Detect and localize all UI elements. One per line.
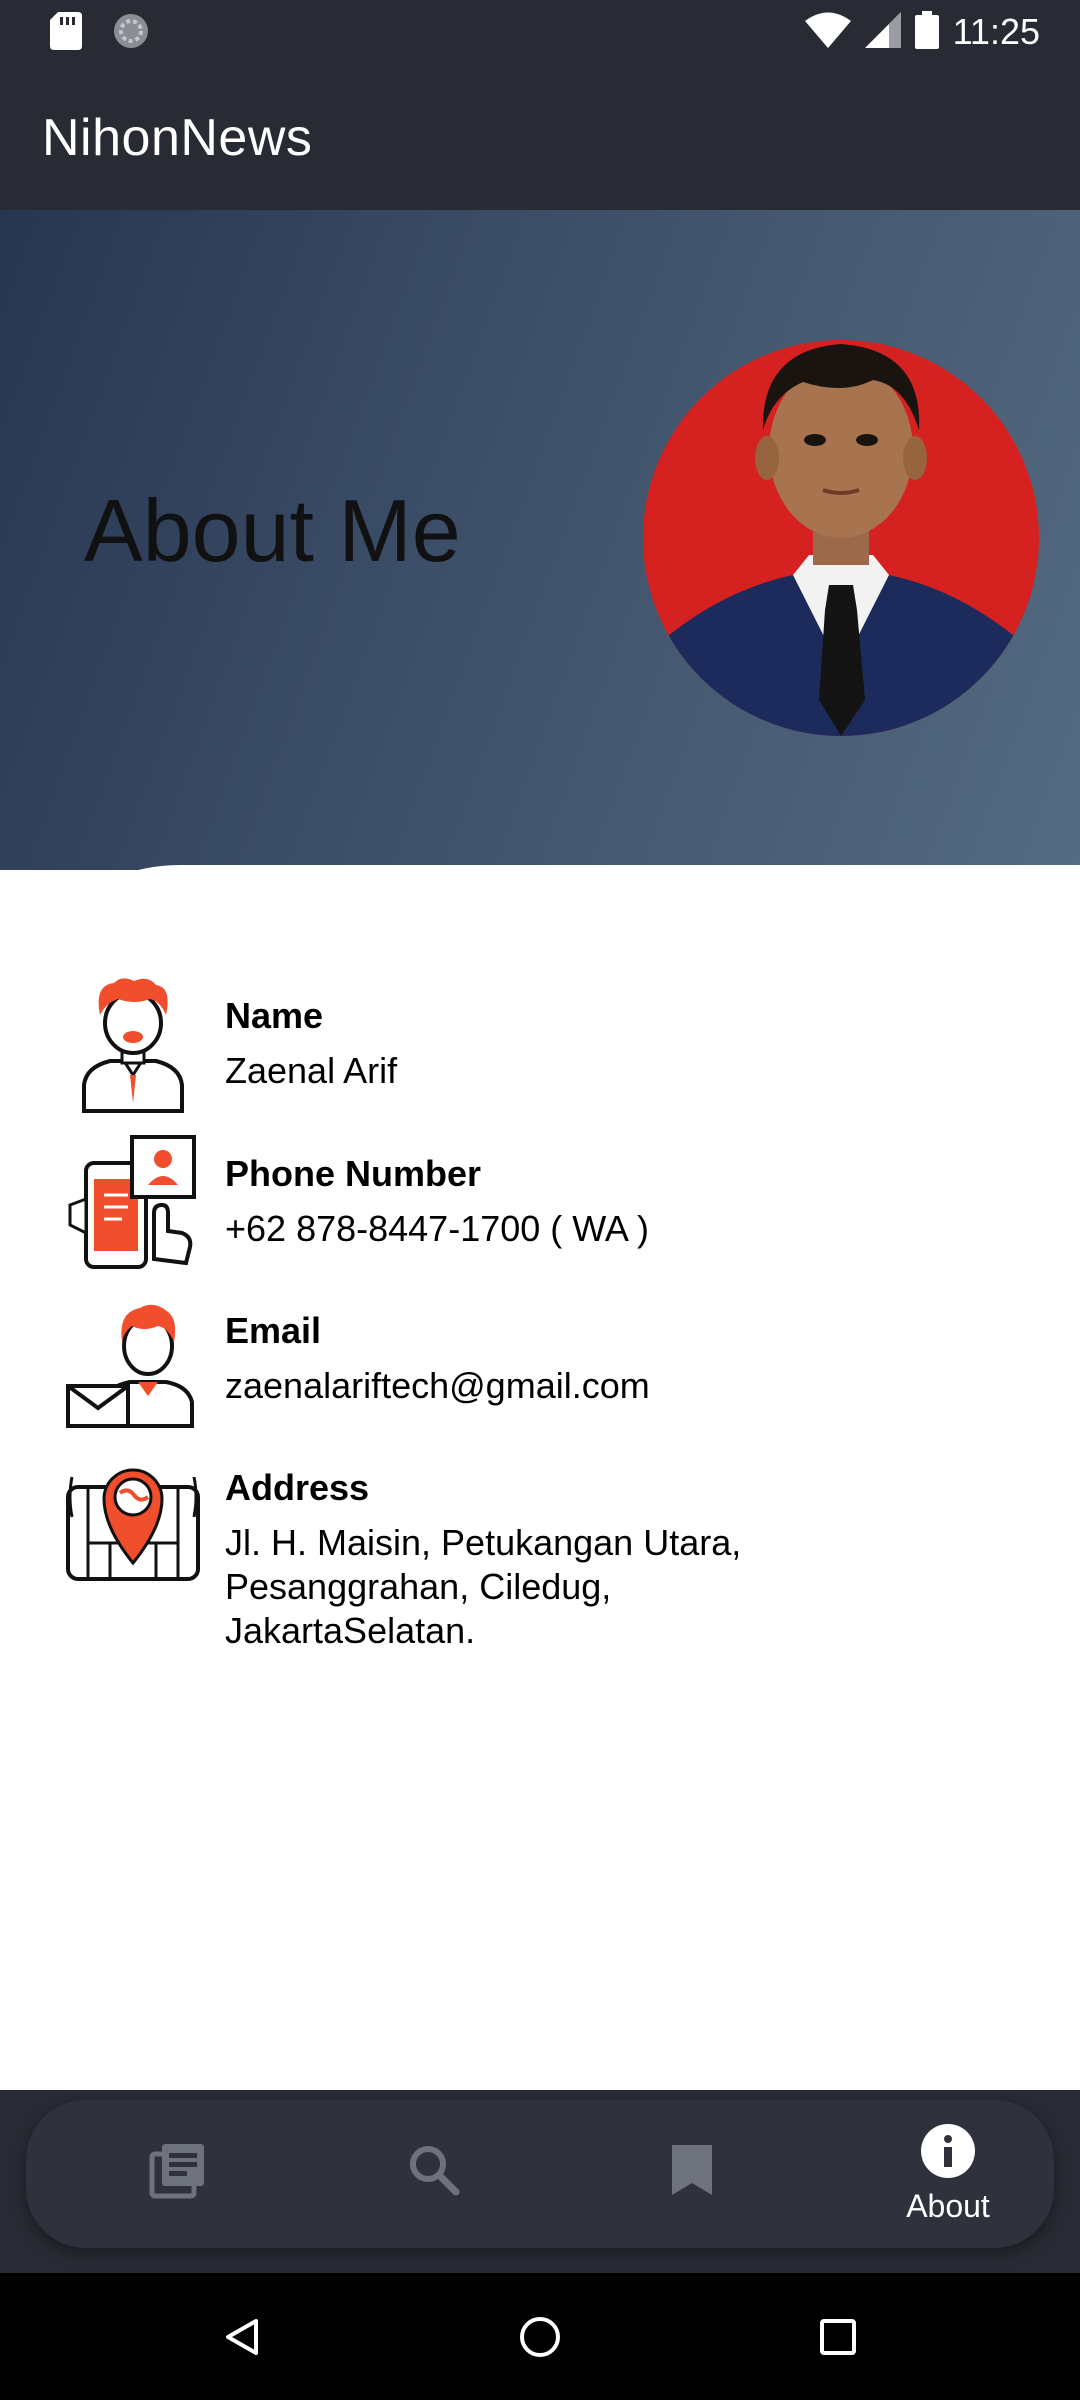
loading-icon	[112, 12, 150, 55]
bottom-nav: About	[26, 2100, 1054, 2248]
name-value: Zaenal Arif	[225, 1050, 398, 1091]
page-title: About Me	[84, 481, 461, 580]
phone-value: +62 878-8447-1700 ( WA )	[225, 1208, 649, 1249]
app-bar: NihonNews	[0, 64, 1080, 210]
phone-contact-icon	[64, 1133, 202, 1271]
info-icon	[920, 2123, 976, 2184]
phone-label: Phone Number	[225, 1153, 482, 1194]
back-icon[interactable]	[222, 2317, 262, 2362]
status-time: 11:25	[952, 11, 1040, 52]
recents-icon[interactable]	[818, 2317, 858, 2362]
status-bar: 11:25	[0, 0, 1080, 64]
home-icon[interactable]	[518, 2315, 562, 2364]
location-map-icon	[64, 1447, 202, 1585]
sd-card-icon	[50, 12, 82, 55]
email-label: Email	[225, 1310, 322, 1351]
about-content: Name Zaenal Arif Phone Number +62 878-84…	[0, 865, 1080, 2090]
nav-about[interactable]: About	[848, 2100, 1048, 2248]
address-label: Address	[225, 1467, 370, 1508]
battery-icon	[914, 10, 939, 54]
nav-news[interactable]	[78, 2100, 278, 2248]
nav-about-label: About	[906, 2188, 990, 2224]
address-line-1: Jl. H. Maisin, Petukangan Utara,	[225, 1522, 742, 1563]
news-icon	[148, 2140, 208, 2205]
address-line-3: JakartaSelatan.	[225, 1610, 476, 1651]
cell-signal-icon	[864, 11, 901, 53]
profile-photo	[643, 340, 1039, 736]
address-line-2: Pesanggrahan, Ciledug,	[225, 1566, 612, 1607]
email-person-icon	[64, 1290, 202, 1428]
person-icon	[64, 975, 202, 1113]
bookmark-icon	[670, 2143, 714, 2202]
wifi-icon	[804, 12, 851, 53]
email-value: zaenalariftech@gmail.com	[225, 1365, 650, 1406]
name-label: Name	[225, 995, 324, 1036]
app-title: NihonNews	[42, 109, 313, 167]
nav-search[interactable]	[334, 2100, 534, 2248]
search-icon	[406, 2142, 462, 2203]
system-nav-bar	[0, 2273, 1080, 2400]
nav-bookmark[interactable]	[592, 2100, 792, 2248]
address-value: Jl. H. Maisin, Petukangan Utara, Pesangg…	[225, 1521, 925, 1653]
